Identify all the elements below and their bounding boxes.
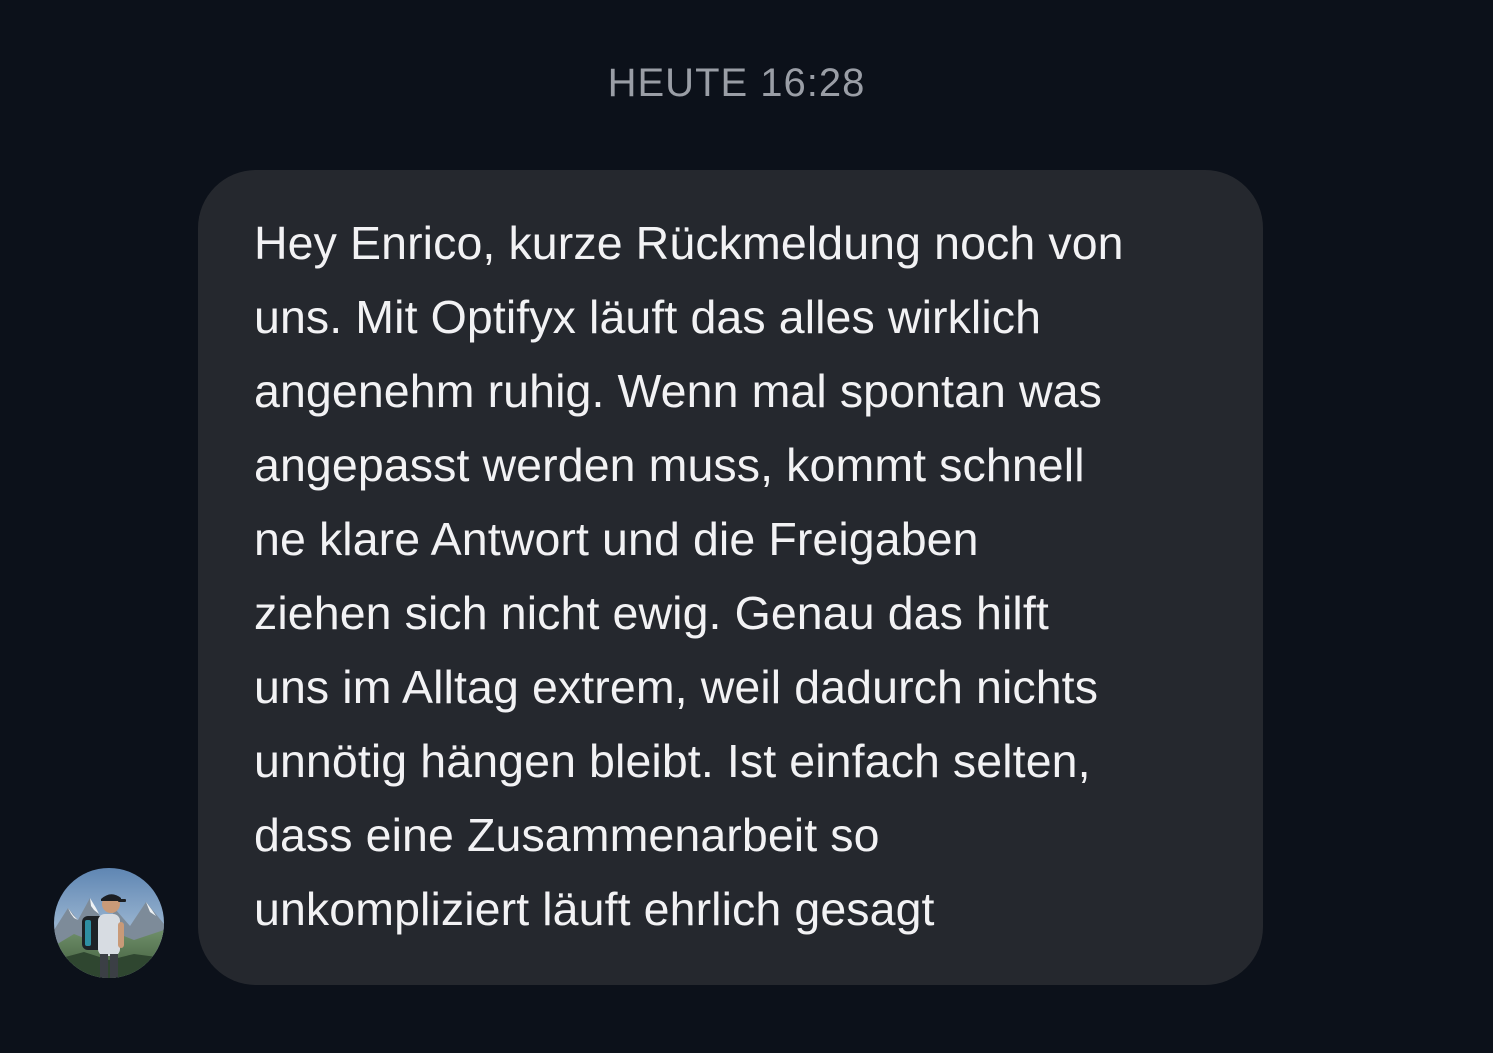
message-timestamp: HEUTE 16:28	[607, 61, 866, 105]
sender-avatar[interactable]	[54, 868, 164, 978]
hiker-mountain-avatar-icon	[54, 868, 164, 978]
message-bubble[interactable]: Hey Enrico, kurze Rückmeldung noch von u…	[198, 170, 1263, 985]
message-text: Hey Enrico, kurze Rückmeldung noch von u…	[254, 217, 1124, 935]
